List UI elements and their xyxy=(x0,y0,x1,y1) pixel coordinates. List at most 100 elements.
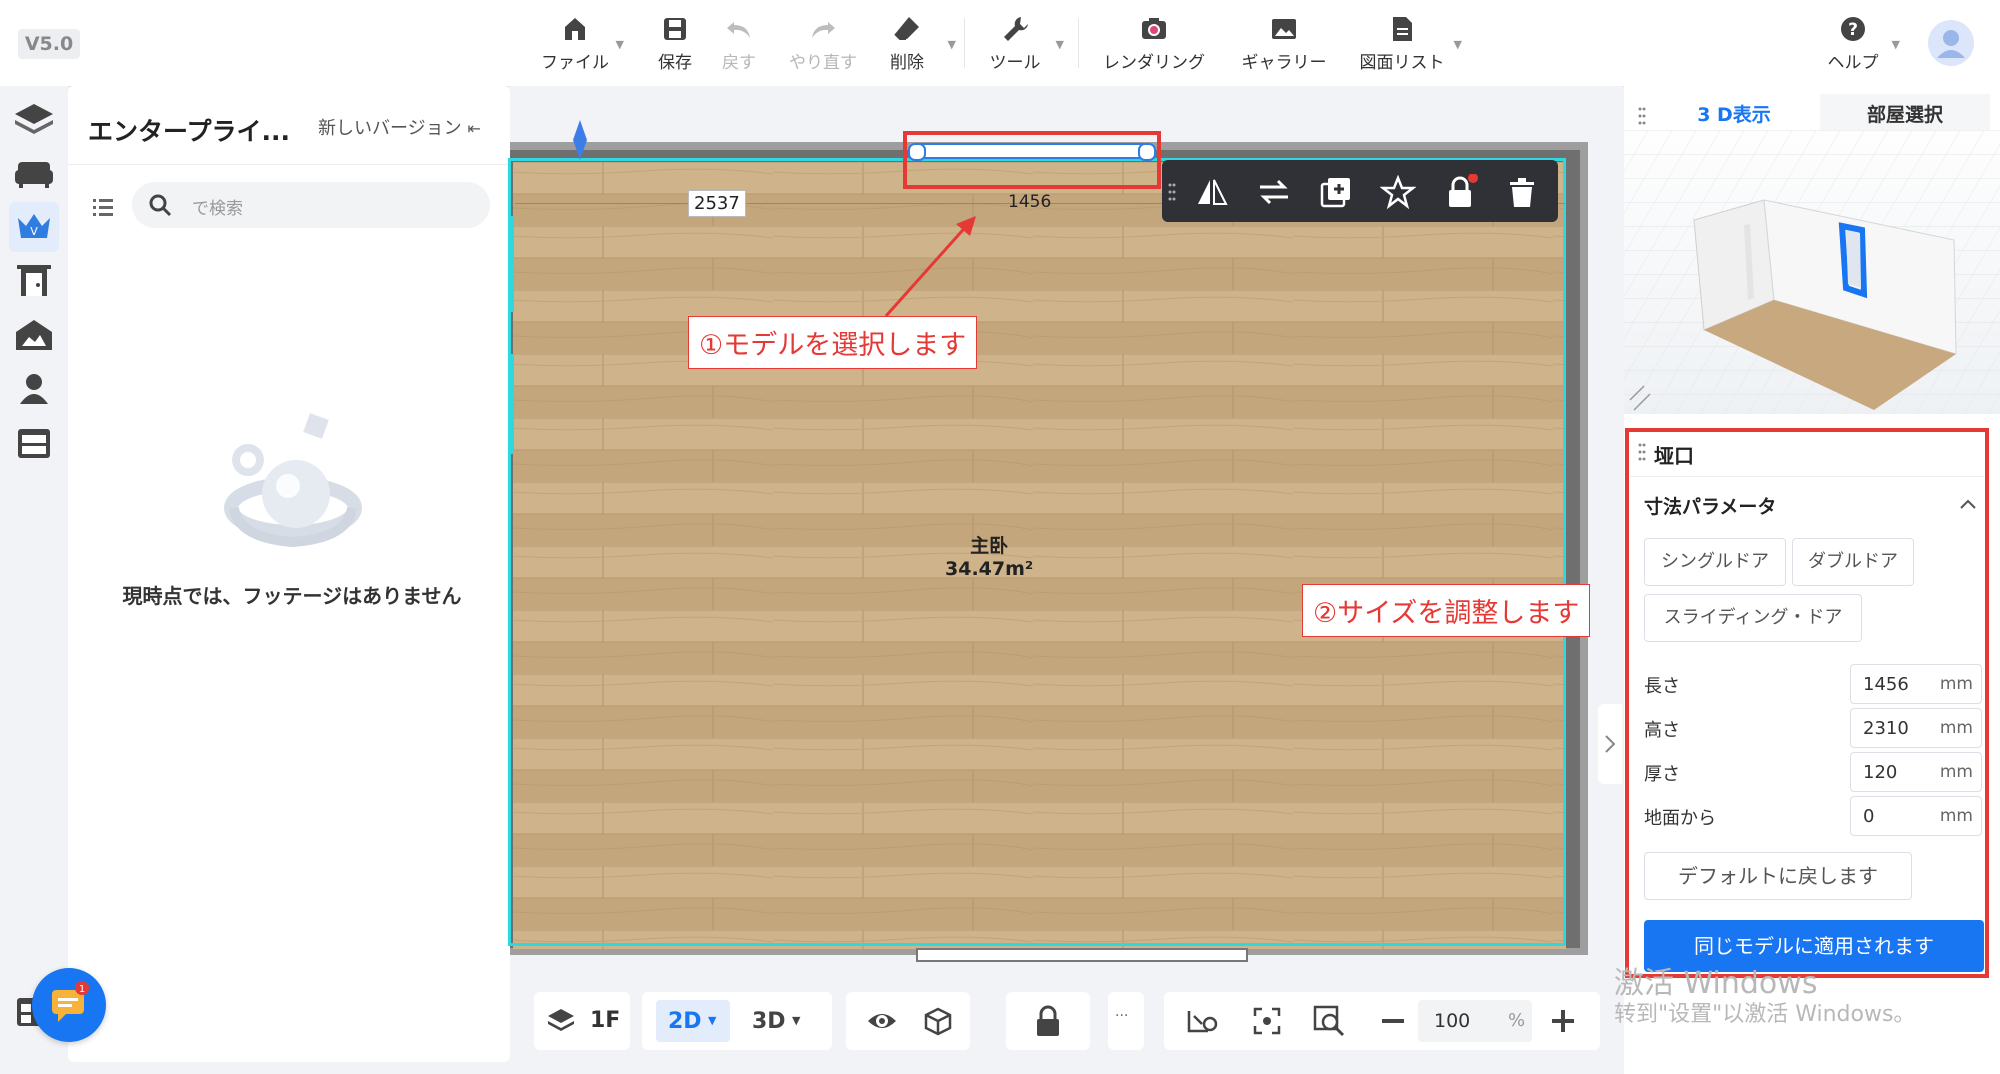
tools-menu-button[interactable]: ツール ▼ xyxy=(970,14,1064,74)
list-view-icon[interactable] xyxy=(92,196,114,218)
rail-cabinet-button[interactable] xyxy=(9,418,59,468)
panel-title: エンタープライ... xyxy=(88,117,290,146)
zoom-fit-icon[interactable] xyxy=(1312,1004,1346,1038)
chevron-down-icon: ▼ xyxy=(708,1014,717,1027)
rendering-button[interactable]: レンダリング xyxy=(1098,14,1210,74)
wrench-icon xyxy=(1000,14,1030,44)
chevron-down-icon: ▼ xyxy=(1891,38,1900,51)
collapse-right-panel-button[interactable] xyxy=(1598,704,1622,784)
annotation-arrow xyxy=(884,216,976,317)
camera-icon xyxy=(1139,14,1169,44)
side-panel: エンタープライ... 新しいバージョン ⇤ で検索 現時点では、フッテージはあり… xyxy=(68,86,510,1062)
measure-settings-icon[interactable] xyxy=(1186,1006,1218,1036)
gallery-label: ギャラリー xyxy=(1241,53,1327,73)
cabinet-icon xyxy=(18,429,50,458)
help-icon: ? xyxy=(1838,14,1868,44)
toolbar-divider xyxy=(1078,18,1079,68)
left-wall-opening-2[interactable] xyxy=(508,354,514,454)
help-button[interactable]: ? ヘルプ ▼ xyxy=(1810,14,1900,74)
user-avatar[interactable] xyxy=(1928,20,1974,66)
search-placeholder: で検索 xyxy=(192,199,243,219)
focus-icon[interactable] xyxy=(1252,1006,1282,1036)
room-name: 主卧 xyxy=(970,535,1009,557)
exit-icon: ⇤ xyxy=(467,119,481,138)
redo-label: やり直す xyxy=(789,53,857,73)
undo-icon xyxy=(724,14,754,44)
trash-icon[interactable] xyxy=(1504,174,1540,210)
rail-furniture-button[interactable] xyxy=(9,148,59,198)
chevron-down-icon: ▼ xyxy=(1453,38,1462,51)
rail-floorplan-button[interactable] xyxy=(9,94,59,144)
search-icon xyxy=(149,194,172,217)
copy-icon[interactable] xyxy=(1318,174,1354,210)
person-icon xyxy=(20,374,48,404)
floor-selector[interactable]: 1F xyxy=(534,992,630,1050)
drag-handle-icon[interactable] xyxy=(1638,106,1646,126)
zoom-input[interactable]: 100 % xyxy=(1418,1000,1532,1042)
floor-label: 1F xyxy=(590,1008,621,1033)
undo-button[interactable]: 戻す xyxy=(694,14,784,74)
view-mode-group: 2D ▼ 3D ▼ xyxy=(642,992,832,1050)
chevron-down-icon: ▼ xyxy=(947,38,956,51)
svg-text:V: V xyxy=(30,225,38,238)
annotation-step1: ①モデルを選択します xyxy=(688,316,978,369)
home-file-icon xyxy=(560,14,590,44)
redo-button[interactable]: やり直す xyxy=(778,14,868,74)
toolbar-divider xyxy=(964,18,965,68)
chevron-right-icon xyxy=(1605,735,1616,753)
mirror-icon[interactable] xyxy=(1194,174,1230,210)
help-label: ヘルプ xyxy=(1827,53,1879,73)
house-outline-icon xyxy=(16,320,52,350)
file-menu-button[interactable]: ファイル ▼ xyxy=(530,14,624,74)
chat-support-button[interactable]: 1 xyxy=(32,968,106,1042)
chevron-down-icon: ▼ xyxy=(792,1014,801,1027)
svg-text:1: 1 xyxy=(79,984,85,995)
layers-icon xyxy=(15,104,53,134)
rendering-label: レンダリング xyxy=(1103,53,1205,73)
cube-icon[interactable] xyxy=(922,1006,954,1036)
new-version-link[interactable]: 新しいバージョン ⇤ xyxy=(318,114,481,140)
eye-icon[interactable] xyxy=(866,1006,898,1036)
view-3d-button[interactable]: 3D ▼ xyxy=(742,1000,816,1042)
save-icon xyxy=(660,14,690,44)
rail-people-button[interactable] xyxy=(9,364,59,414)
room-label[interactable]: 主卧 34.47m² xyxy=(945,531,1033,580)
bottom-wall-opening[interactable] xyxy=(916,948,1248,962)
swap-icon[interactable] xyxy=(1256,174,1292,210)
document-icon xyxy=(1387,14,1417,44)
left-nav-rail: V xyxy=(0,86,68,1074)
chat-icon: 1 xyxy=(52,981,89,1022)
zoom-in-icon[interactable] xyxy=(1550,1008,1576,1034)
drawing-list-button[interactable]: 図面リスト ▼ xyxy=(1352,14,1462,74)
rail-structure-button[interactable] xyxy=(9,310,59,360)
compass-icon xyxy=(570,118,590,162)
lock-icon[interactable] xyxy=(1032,1004,1064,1038)
empty-illustration xyxy=(208,408,378,568)
zoom-out-icon[interactable] xyxy=(1380,1008,1406,1034)
rail-enterprise-button[interactable]: V xyxy=(9,202,59,252)
svg-text:?: ? xyxy=(1848,20,1858,40)
delete-label: 削除 xyxy=(890,53,924,73)
gallery-button[interactable]: ギャラリー xyxy=(1234,14,1334,74)
delete-menu-button[interactable]: 削除 ▼ xyxy=(862,14,956,74)
search-input[interactable]: で検索 xyxy=(132,182,490,228)
3d-preview[interactable] xyxy=(1624,130,2000,414)
drag-handle-icon[interactable] xyxy=(1168,182,1176,202)
new-version-label: 新しいバージョン xyxy=(318,118,462,139)
model-action-toolbar xyxy=(1162,160,1558,222)
highlight-box-model xyxy=(903,131,1161,189)
view-2d-button[interactable]: 2D ▼ xyxy=(656,1000,730,1042)
zoom-group: 100 % xyxy=(1164,992,1600,1050)
zoom-value: 100 xyxy=(1434,1010,1471,1032)
highlight-box-properties xyxy=(1625,428,1989,978)
layers-icon xyxy=(548,1009,574,1031)
rail-doors-button[interactable] xyxy=(9,256,59,306)
more-label: ··· xyxy=(1115,1008,1129,1024)
dimension-label-left[interactable]: 2537 xyxy=(688,190,746,217)
star-icon[interactable] xyxy=(1380,174,1416,210)
more-button[interactable]: ··· xyxy=(1108,992,1144,1050)
panel-divider xyxy=(68,164,510,165)
room-selection-outline xyxy=(508,158,1566,946)
lock-icon[interactable] xyxy=(1442,174,1478,210)
left-wall-opening[interactable] xyxy=(508,216,514,312)
